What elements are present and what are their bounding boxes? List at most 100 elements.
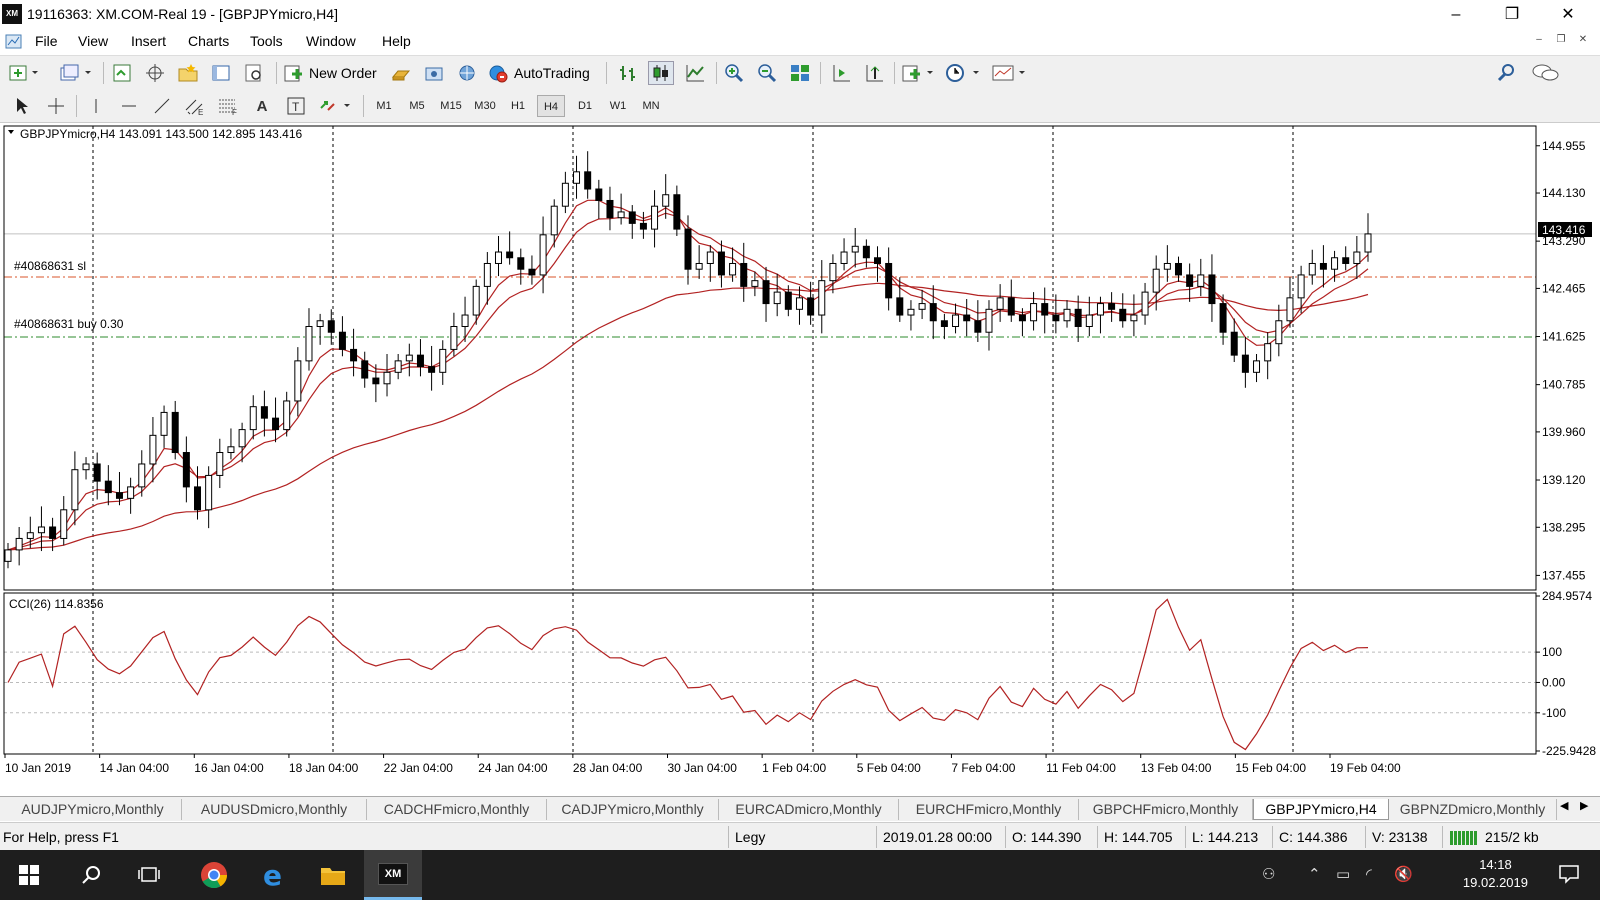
tile-windows-button[interactable] [787,61,813,85]
cursor-arrow-icon [17,98,28,114]
candle-body [127,486,135,499]
periods-button[interactable] [944,61,984,85]
chart-menu-triangle-icon[interactable] [8,130,14,134]
timeframe-h1[interactable]: H1 [504,95,532,117]
minimize-button[interactable]: – [1428,0,1484,30]
favorites-button[interactable] [176,61,200,85]
price-chart-svg[interactable]: 144.955144.130143.290142.465141.625140.7… [0,124,1600,796]
vertical-line-button[interactable] [84,94,108,118]
indicators-button[interactable] [900,61,936,85]
tab-scroll-left-icon[interactable]: ◀ [1560,799,1568,812]
status-bar: For Help, press F1 Legy 2019.01.28 00:00… [0,822,1600,850]
restore-button[interactable]: ❐ [1484,0,1540,30]
bar-chart-button[interactable] [615,61,641,85]
svg-text:E: E [198,108,203,116]
tab-cadjpy[interactable]: CADJPYmicro,Monthly [547,799,719,820]
line-chart-button[interactable] [682,61,708,85]
equidistant-channel-button[interactable]: E [183,94,207,118]
gold-bar-button[interactable] [389,61,413,85]
menu-tools[interactable]: Tools [250,33,283,49]
auto-scroll-button[interactable] [828,61,854,85]
navigator-button[interactable] [143,61,167,85]
globe-icon [459,65,475,81]
strategy-tester-button[interactable] [242,61,266,85]
timeframe-m5[interactable]: M5 [403,95,431,117]
fibonacci-button[interactable]: F [216,94,240,118]
autotrading-button[interactable]: AutoTrading [487,61,599,85]
start-button[interactable] [0,850,58,900]
candle-body [305,325,313,362]
timeframe-h4[interactable]: H4 [537,95,565,117]
candle-body [1264,343,1272,362]
menu-insert[interactable]: Insert [131,33,166,49]
tab-gbpjpy[interactable]: GBPJPYmicro,H4 [1253,799,1389,820]
market-watch-button[interactable] [110,61,134,85]
signals-button[interactable] [422,61,446,85]
action-center-button[interactable] [1558,864,1580,887]
candle-body [851,245,859,253]
new-chart-button[interactable] [8,61,40,85]
chat-button[interactable] [1530,61,1562,85]
gold-bars-icon [391,70,411,81]
chart-window[interactable]: 144.955 144.130 143.290 142.465 141.625 140.7… [0,124,1600,796]
search-button[interactable] [1494,61,1520,85]
menu-view[interactable]: View [78,33,108,49]
candlestick-chart-button[interactable] [648,61,674,85]
timeframe-d1[interactable]: D1 [571,95,599,117]
edge-taskbar-button[interactable]: e [245,850,303,900]
crosshair-tool-button[interactable] [44,94,68,118]
task-view-button[interactable] [120,850,178,900]
new-order-button[interactable]: New Order [283,61,383,85]
tab-cadchf[interactable]: CADCHFmicro,Monthly [367,799,547,820]
xm-terminal-taskbar-button[interactable]: XM [364,850,422,900]
zoom-out-button[interactable] [754,61,780,85]
zoom-in-button[interactable] [721,61,747,85]
tab-audusd[interactable]: AUDUSDmicro,Monthly [182,799,367,820]
svg-text:T: T [292,100,300,114]
chart-shift-button[interactable] [861,61,887,85]
market-button[interactable] [455,61,479,85]
terminal-button[interactable] [209,61,233,85]
mdi-restore-button[interactable]: ❐ [1552,34,1570,50]
timeframe-m1[interactable]: M1 [370,95,398,117]
tab-scroll-right-icon[interactable]: ▶ [1580,799,1588,812]
menu-help[interactable]: Help [382,33,411,49]
cursor-tool-button[interactable] [10,94,34,118]
chrome-taskbar-button[interactable] [185,850,243,900]
main-chart-frame [3,125,1537,591]
taskbar-clock[interactable]: 14:18 19.02.2019 [1463,856,1528,892]
mdi-close-button[interactable]: ✕ [1574,34,1592,50]
people-icon[interactable]: ⚇ [1262,865,1275,883]
search-taskbar-button[interactable] [62,850,120,900]
menu-charts[interactable]: Charts [188,33,229,49]
tab-eurchf[interactable]: EURCHFmicro,Monthly [899,799,1079,820]
trendline-button[interactable] [150,94,174,118]
templates-button[interactable] [990,61,1030,85]
tab-audjpy[interactable]: AUDJPYmicro,Monthly [4,799,182,820]
profiles-button[interactable] [58,61,94,85]
menu-file[interactable]: File [35,33,58,49]
mdi-minimize-button[interactable]: – [1530,34,1548,50]
arrows-button[interactable] [317,94,355,118]
close-button[interactable]: ✕ [1540,0,1596,30]
horizontal-line-button[interactable] [117,94,141,118]
wifi-icon[interactable]: ◜ [1366,865,1372,883]
candle-body [907,308,915,316]
volume-muted-icon[interactable]: 🔇 [1394,865,1413,883]
text-tool-button[interactable]: A [250,94,274,118]
timeframe-mn[interactable]: MN [637,95,665,117]
battery-icon[interactable]: ▭ [1336,865,1350,883]
menu-window[interactable]: Window [306,33,356,49]
tab-eurcad[interactable]: EURCADmicro,Monthly [719,799,899,820]
timeframe-m15[interactable]: M15 [436,95,466,117]
candle-body [227,446,235,454]
timeframe-m30[interactable]: M30 [470,95,500,117]
candle-body [194,486,202,511]
file-explorer-taskbar-button[interactable] [304,850,362,900]
tab-gbpnzd[interactable]: GBPNZDmicro,Monthly [1389,799,1557,820]
show-hidden-icons-icon[interactable]: ⌃ [1308,865,1321,883]
text-label-button[interactable]: T [284,94,308,118]
timeframe-w1[interactable]: W1 [604,95,632,117]
candle-body [662,194,670,207]
tab-gbpchf[interactable]: GBPCHFmicro,Monthly [1079,799,1253,820]
